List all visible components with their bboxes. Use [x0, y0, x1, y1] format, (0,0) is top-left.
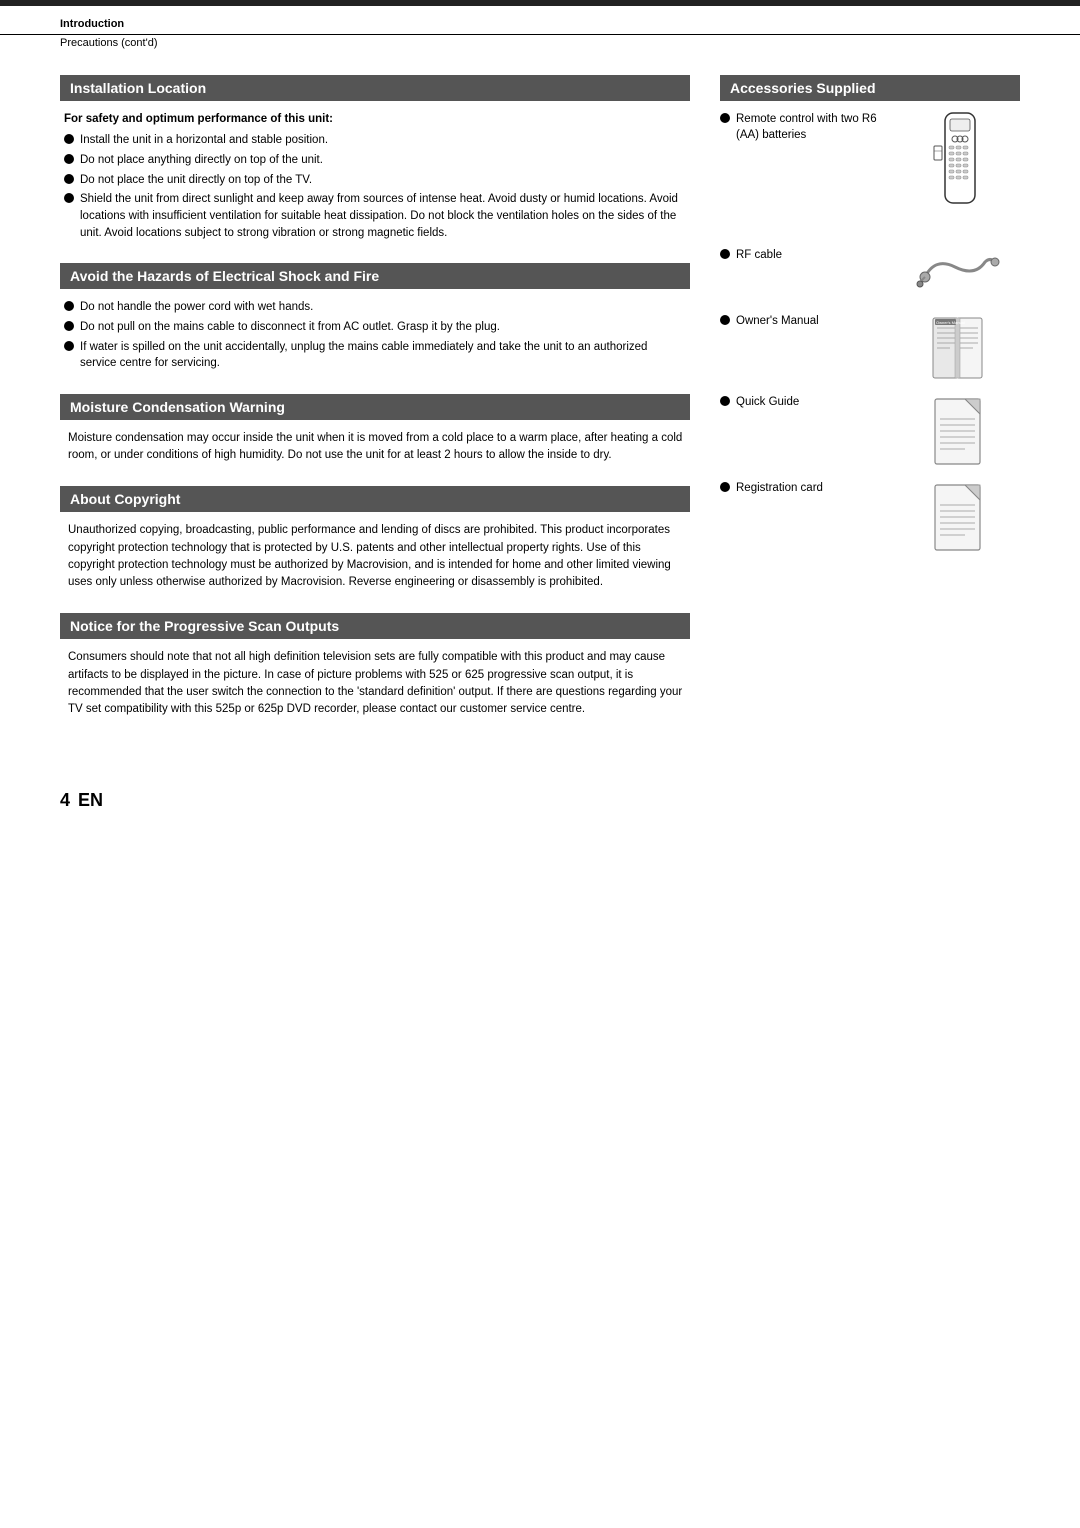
accessory-remote-item: Remote control with two R6 (AA) batterie…	[720, 111, 900, 143]
accessory-manual-item: Owner's Manual	[720, 313, 900, 329]
accessory-regcard-row: Registration card	[720, 480, 1020, 560]
copyright-para: Unauthorized copying, broadcasting, publ…	[68, 522, 686, 591]
hazards-bullet-1: Do not handle the power cord with wet ha…	[64, 299, 686, 316]
bullet-dot	[64, 174, 74, 184]
installation-bullet-text-4: Shield the unit from direct sunlight and…	[80, 191, 686, 241]
bullet-dot	[64, 193, 74, 203]
progressive-body: Consumers should note that not all high …	[60, 649, 690, 718]
quickguide-image	[900, 394, 1020, 474]
rfcable-image	[900, 247, 1020, 307]
right-column: Accessories Supplied Remote control with…	[720, 75, 1020, 740]
hazards-bullet-text-2: Do not pull on the mains cable to discon…	[80, 319, 686, 336]
accessory-bullet	[720, 113, 730, 123]
page-footer: 4 EN	[0, 760, 1080, 821]
manual-image: Owner's Manual	[900, 313, 1020, 388]
remote-icon	[930, 111, 990, 241]
hazards-title: Avoid the Hazards of Electrical Shock an…	[60, 263, 690, 289]
installation-bullet-1: Install the unit in a horizontal and sta…	[64, 132, 686, 149]
accessory-bullet	[720, 249, 730, 259]
quick-guide-icon	[925, 394, 995, 474]
accessories-section: Accessories Supplied Remote control with…	[720, 75, 1020, 560]
sub-header-label: Precautions (cont'd)	[60, 37, 157, 49]
bullet-dot	[64, 134, 74, 144]
page-lang: EN	[78, 790, 103, 811]
accessory-rfcable-row: RF cable	[720, 247, 1020, 307]
bullet-dot	[64, 341, 74, 351]
rf-cable-icon	[915, 247, 1005, 307]
left-column: Installation Location For safety and opt…	[60, 75, 690, 740]
svg-text:Owner's Manual: Owner's Manual	[936, 320, 965, 325]
hazards-bullet-text-3: If water is spilled on the unit accident…	[80, 339, 686, 372]
accessory-manual-row: Owner's Manual	[720, 313, 1020, 388]
page-number: 4	[60, 790, 70, 811]
hazards-bullet-2: Do not pull on the mains cable to discon…	[64, 319, 686, 336]
regcard-image	[900, 480, 1020, 560]
header-label: Introduction	[60, 18, 124, 30]
accessory-regcard-label: Registration card	[736, 480, 823, 496]
installation-safety-title: For safety and optimum performance of th…	[64, 111, 686, 128]
copyright-body: Unauthorized copying, broadcasting, publ…	[60, 522, 690, 591]
accessory-manual-label: Owner's Manual	[736, 313, 819, 329]
progressive-title: Notice for the Progressive Scan Outputs	[60, 613, 690, 639]
accessory-remote-label: Remote control with two R6 (AA) batterie…	[736, 111, 900, 143]
manual-icon: Owner's Manual	[925, 313, 995, 388]
remote-image	[900, 111, 1020, 241]
accessory-quickguide-item: Quick Guide	[720, 394, 900, 410]
bullet-dot	[64, 321, 74, 331]
moisture-title: Moisture Condensation Warning	[60, 394, 690, 420]
accessory-quickguide-label: Quick Guide	[736, 394, 799, 410]
accessory-remote-content: Remote control with two R6 (AA) batterie…	[720, 111, 900, 159]
installation-section: Installation Location For safety and opt…	[60, 75, 690, 241]
accessory-rfcable-label: RF cable	[736, 247, 782, 263]
accessory-bullet	[720, 482, 730, 492]
accessory-rfcable-item: RF cable	[720, 247, 900, 263]
moisture-body: Moisture condensation may occur inside t…	[60, 430, 690, 465]
main-content: Installation Location For safety and opt…	[0, 55, 1080, 760]
accessory-remote-row: Remote control with two R6 (AA) batterie…	[720, 111, 1020, 241]
installation-body: For safety and optimum performance of th…	[60, 111, 690, 241]
installation-title: Installation Location	[60, 75, 690, 101]
hazards-section: Avoid the Hazards of Electrical Shock an…	[60, 263, 690, 372]
accessory-manual-content: Owner's Manual	[720, 313, 900, 345]
bullet-dot	[64, 301, 74, 311]
sub-header: Precautions (cont'd)	[0, 35, 1080, 55]
hazards-body: Do not handle the power cord with wet ha…	[60, 299, 690, 372]
accessory-bullet	[720, 315, 730, 325]
header-section: Introduction	[0, 6, 1080, 35]
hazards-bullet-3: If water is spilled on the unit accident…	[64, 339, 686, 372]
moisture-section: Moisture Condensation Warning Moisture c…	[60, 394, 690, 465]
moisture-para: Moisture condensation may occur inside t…	[68, 430, 686, 465]
accessory-regcard-item: Registration card	[720, 480, 900, 496]
accessory-quickguide-content: Quick Guide	[720, 394, 900, 426]
accessory-regcard-content: Registration card	[720, 480, 900, 512]
installation-bullet-2: Do not place anything directly on top of…	[64, 152, 686, 169]
installation-bullet-text-2: Do not place anything directly on top of…	[80, 152, 686, 169]
accessory-bullet	[720, 396, 730, 406]
copyright-title: About Copyright	[60, 486, 690, 512]
hazards-bullet-text-1: Do not handle the power cord with wet ha…	[80, 299, 686, 316]
reg-card-icon	[925, 480, 995, 560]
bullet-dot	[64, 154, 74, 164]
installation-bullet-4: Shield the unit from direct sunlight and…	[64, 191, 686, 241]
copyright-section: About Copyright Unauthorized copying, br…	[60, 486, 690, 591]
installation-bullet-3: Do not place the unit directly on top of…	[64, 172, 686, 189]
accessories-title: Accessories Supplied	[720, 75, 1020, 101]
accessory-quickguide-row: Quick Guide	[720, 394, 1020, 474]
installation-bullet-text-1: Install the unit in a horizontal and sta…	[80, 132, 686, 149]
progressive-para: Consumers should note that not all high …	[68, 649, 686, 718]
accessory-rfcable-content: RF cable	[720, 247, 900, 279]
installation-bullet-text-3: Do not place the unit directly on top of…	[80, 172, 686, 189]
progressive-section: Notice for the Progressive Scan Outputs …	[60, 613, 690, 718]
